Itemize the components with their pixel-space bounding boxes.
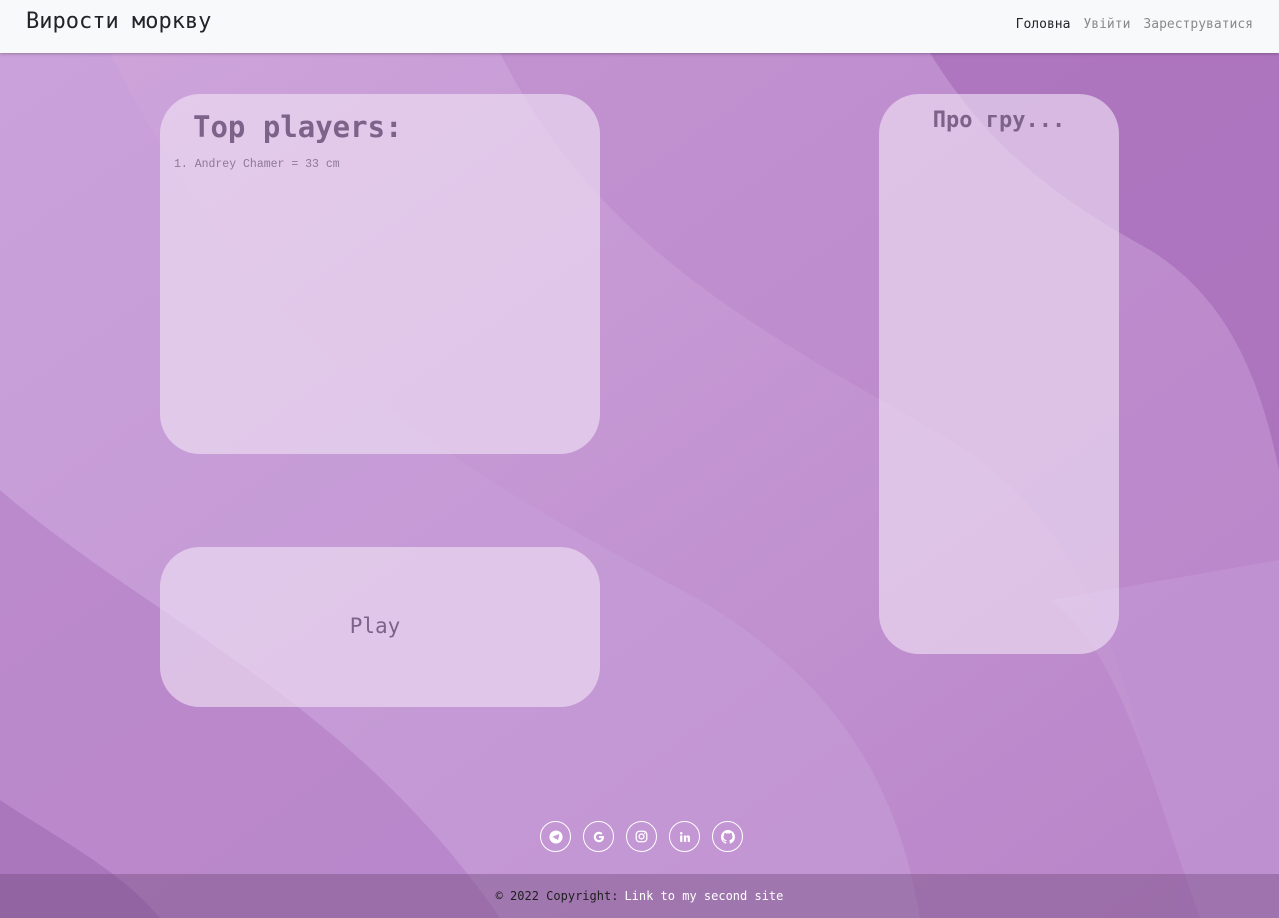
google-icon	[593, 831, 604, 842]
top-players-title: Top players:	[193, 110, 403, 144]
github-icon	[720, 829, 735, 844]
linkedin-icon	[679, 831, 690, 842]
about-game-title: Про гру...	[932, 108, 1066, 133]
linkedin-button[interactable]	[669, 821, 700, 852]
brand-title[interactable]: Вирости моркву	[26, 9, 211, 34]
telegram-button[interactable]	[540, 821, 571, 852]
google-button[interactable]	[583, 821, 614, 852]
footer: © 2022 Copyright: Link to my second site	[0, 874, 1279, 918]
top-navbar: Вирости моркву Головна Увійти Зареструва…	[0, 0, 1279, 53]
top-player-entry: 1. Andrey Chamer = 33 cm	[174, 158, 340, 171]
nav-login-link[interactable]: Увійти	[1083, 17, 1130, 32]
instagram-icon	[635, 830, 648, 843]
top-players-list: 1. Andrey Chamer = 33 cm	[174, 157, 340, 173]
play-label: Play	[349, 614, 401, 638]
top-players-card: Top players: 1. Andrey Chamer = 33 cm	[160, 94, 600, 454]
instagram-button[interactable]	[626, 821, 657, 852]
social-links	[540, 821, 743, 852]
second-site-link[interactable]: Link to my second site	[624, 889, 783, 903]
github-button[interactable]	[712, 821, 743, 852]
nav-links: Головна Увійти Зареструватися	[1016, 17, 1253, 32]
telegram-icon	[548, 829, 563, 844]
copyright-text: © 2022 Copyright:	[495, 889, 619, 903]
play-button[interactable]: Play	[160, 547, 600, 707]
about-game-card: Про гру...	[879, 94, 1119, 654]
nav-register-link[interactable]: Зареструватися	[1143, 17, 1253, 32]
nav-home-link[interactable]: Головна	[1016, 17, 1071, 32]
